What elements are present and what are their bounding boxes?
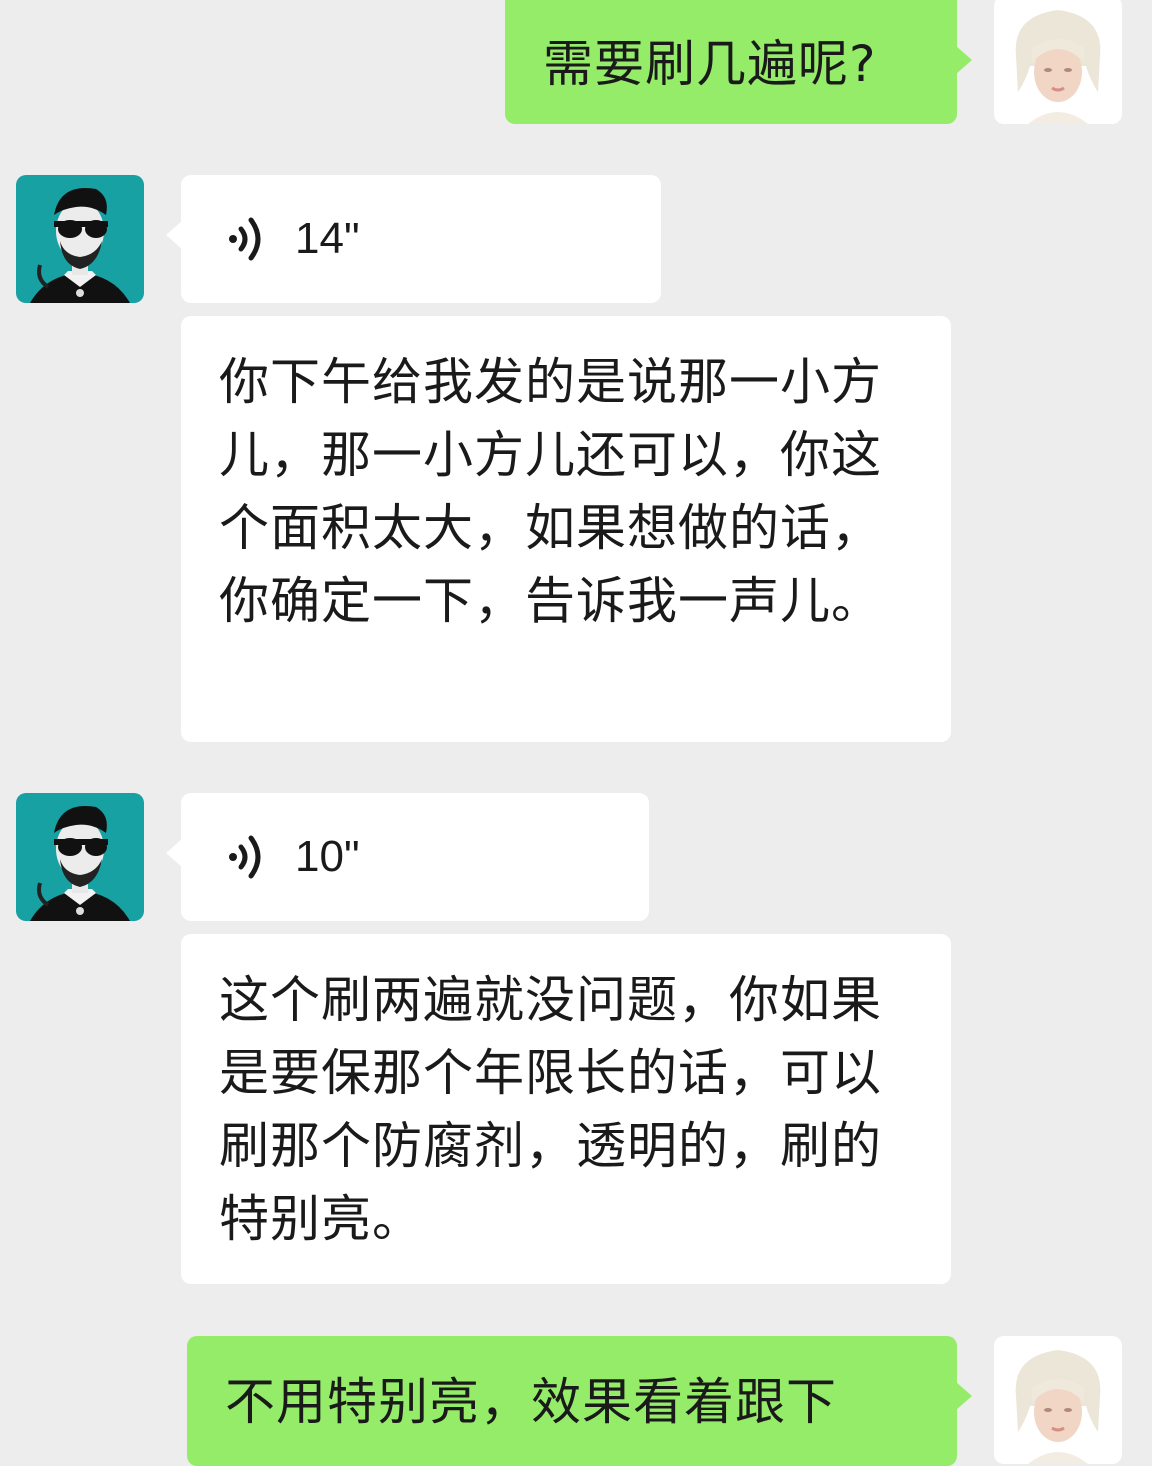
voice-wave-icon xyxy=(229,217,261,261)
voice-wave-icon xyxy=(229,835,261,879)
voice-duration: 14" xyxy=(295,214,360,263)
incoming-message[interactable]: 你下午给我发的是说那一小方儿，那一小方儿还可以，你这个面积太大，如果想做的话，你… xyxy=(181,316,951,742)
message-text: 你下午给我发的是说那一小方儿，那一小方儿还可以，你这个面积太大，如果想做的话，你… xyxy=(219,353,882,630)
incoming-voice-message[interactable]: 14" xyxy=(166,175,661,303)
voice-duration: 10" xyxy=(295,832,360,881)
voice-play-control[interactable]: 10" xyxy=(225,829,360,885)
contact-avatar[interactable] xyxy=(16,175,144,303)
my-avatar[interactable] xyxy=(994,0,1122,124)
contact-portrait-icon xyxy=(16,175,144,303)
bubble-tail xyxy=(166,221,182,249)
bubble-tail xyxy=(166,839,182,867)
my-avatar[interactable] xyxy=(994,1336,1122,1464)
outgoing-message[interactable]: 不用特别亮，效果看着跟下 xyxy=(187,1336,972,1466)
incoming-voice-message[interactable]: 10" xyxy=(166,793,649,921)
message-text: 需要刷几遍呢? xyxy=(543,35,877,93)
message-text: 这个刷两遍就没问题，你如果是要保那个年限长的话，可以刷那个防腐剂，透明的，刷的特… xyxy=(219,971,882,1248)
voice-play-control[interactable]: 14" xyxy=(225,211,360,267)
incoming-message[interactable]: 这个刷两遍就没问题，你如果是要保那个年限长的话，可以刷那个防腐剂，透明的，刷的特… xyxy=(181,934,951,1284)
user-portrait-icon xyxy=(994,0,1122,124)
user-portrait-icon xyxy=(994,1336,1122,1464)
message-text: 不用特别亮，效果看着跟下 xyxy=(225,1373,837,1431)
bubble-tail xyxy=(956,1382,972,1410)
contact-avatar[interactable] xyxy=(16,793,144,921)
bubble-tail xyxy=(956,46,972,74)
outgoing-message[interactable]: 需要刷几遍呢? xyxy=(505,0,972,124)
contact-portrait-icon xyxy=(16,793,144,921)
